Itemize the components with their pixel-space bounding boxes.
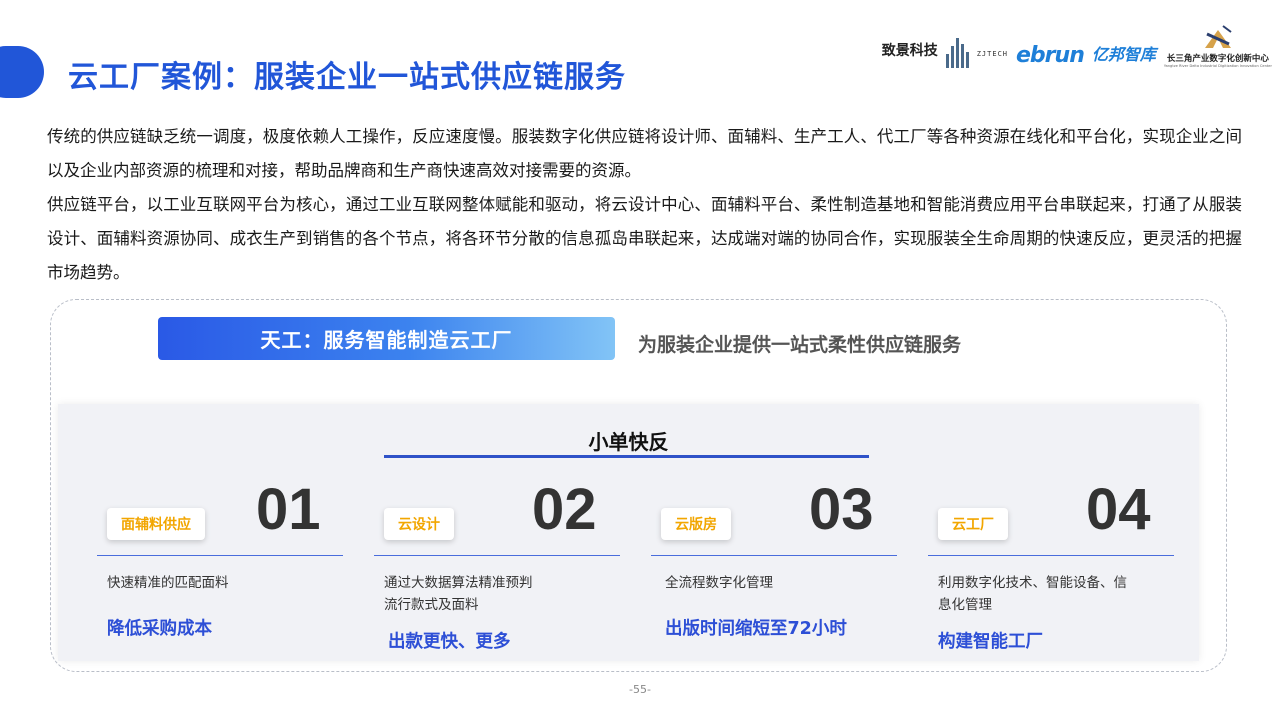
feature-panel: 小单快反 面辅料供应 01 快速精准的匹配面料 降低采购成本 云设计 02 通过… — [58, 404, 1199, 661]
feature-tag: 云设计 — [384, 508, 454, 540]
partner-logos: 致景科技 ZJTECH ebrun 亿邦智库 长三角产业数字化创新中心 Yang… — [882, 16, 1272, 72]
page-title: 云工厂案例：服装企业一站式供应链服务 — [68, 60, 626, 95]
zjtech-logo-icon — [945, 38, 969, 68]
intro-paragraph-2: 供应链平台，以工业互联网平台为核心，通过工业互联网整体赋能和驱动，将云设计中心、… — [47, 195, 1242, 282]
feature-result: 构建智能工厂 — [938, 632, 1043, 652]
feature-column-2: 云设计 02 通过大数据算法精准预判流行款式及面料 出款更快、更多 — [374, 477, 620, 652]
feature-result: 降低采购成本 — [107, 619, 212, 639]
feature-number: 01 — [256, 477, 321, 542]
yrd-logo: 长三角产业数字化创新中心 Yangtze River Delta Industr… — [1164, 24, 1272, 68]
feature-result: 出版时间缩短至72小时 — [665, 619, 847, 639]
feature-divider — [97, 555, 343, 556]
feature-divider — [374, 555, 620, 556]
panel-title: 小单快反 — [588, 430, 669, 454]
feature-tag: 面辅料供应 — [107, 508, 205, 540]
feature-tag: 云工厂 — [938, 508, 1008, 540]
feature-description: 通过大数据算法精准预判流行款式及面料 — [384, 575, 533, 613]
ebrun-logo: ebrun — [1016, 43, 1085, 68]
panel-title-underline — [384, 455, 869, 458]
feature-description: 利用数字化技术、智能设备、信息化管理 — [938, 575, 1127, 613]
feature-column-3: 云版房 03 全流程数字化管理 出版时间缩短至72小时 — [651, 477, 897, 652]
service-subtitle: 为服装企业提供一站式柔性供应链服务 — [638, 334, 962, 356]
feature-column-1: 面辅料供应 01 快速精准的匹配面料 降低采购成本 — [97, 477, 343, 652]
yrd-emblem-icon — [1204, 25, 1232, 48]
feature-number: 03 — [809, 477, 874, 542]
page-number: -55- — [629, 683, 651, 696]
feature-column-4: 云工厂 04 利用数字化技术、智能设备、信息化管理 构建智能工厂 — [928, 477, 1174, 652]
service-banner: 天工：服务智能制造云工厂 — [158, 317, 615, 360]
zjtech-logo-en: ZJTECH — [976, 50, 1009, 58]
zjtech-logo-text: 致景科技 — [881, 43, 938, 59]
feature-result: 出款更快、更多 — [388, 632, 511, 652]
feature-divider — [651, 555, 897, 556]
title-accent-tab — [0, 46, 44, 98]
feature-description: 快速精准的匹配面料 — [107, 575, 229, 591]
yrd-logo-en: Yangtze River Delta Industrial Digitizat… — [1163, 64, 1272, 68]
feature-divider — [928, 555, 1174, 556]
intro-text: 传统的供应链缺乏统一调度，极度依赖人工操作，反应速度慢。服装数字化供应链将设计师… — [47, 120, 1242, 290]
yrd-logo-text: 长三角产业数字化创新中心 — [1166, 54, 1269, 64]
feature-description: 全流程数字化管理 — [665, 575, 773, 591]
feature-number: 02 — [532, 477, 597, 542]
feature-number: 04 — [1086, 477, 1151, 542]
intro-paragraph-1: 传统的供应链缺乏统一调度，极度依赖人工操作，反应速度慢。服装数字化供应链将设计师… — [47, 127, 1242, 180]
ebrun-logo-cn: 亿邦智库 — [1091, 45, 1156, 64]
feature-tag: 云版房 — [661, 508, 731, 540]
